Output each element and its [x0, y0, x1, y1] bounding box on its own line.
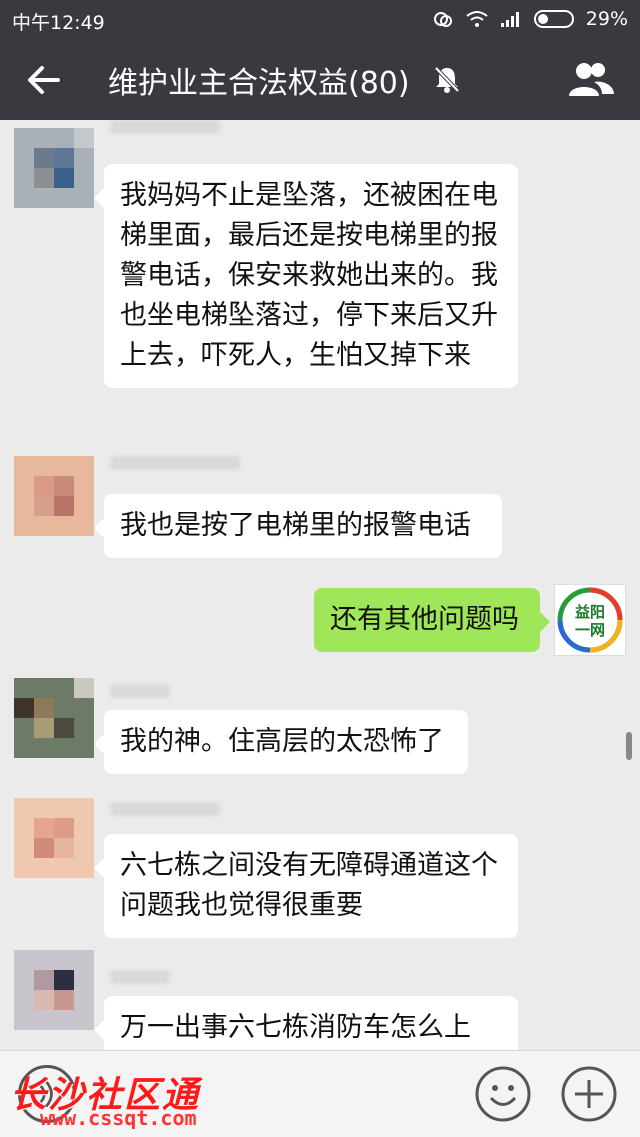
battery-icon — [533, 10, 574, 28]
logo-ring-icon: 益阳 一网 — [557, 587, 623, 653]
message-list[interactable]: 我妈妈不止是坠落，还被困在电梯里面，最后还是按电梯里的报警电话，保安来救她出来的… — [0, 120, 640, 1050]
yiyang-logo-avatar[interactable]: 益阳 一网 — [554, 584, 626, 656]
message-text: 万一出事六七栋消防车怎么上 — [120, 1012, 471, 1043]
plus-icon[interactable] — [560, 1065, 618, 1123]
group-members-icon[interactable] — [566, 60, 616, 98]
status-icons: 29% — [432, 8, 628, 30]
message-bubble[interactable]: 万一出事六七栋消防车怎么上 — [94, 996, 518, 1050]
sync-icon — [433, 12, 452, 27]
message-text: 还有其他问题吗 — [330, 604, 519, 635]
back-arrow-icon[interactable] — [24, 60, 64, 100]
sender-name-blurred — [110, 456, 240, 470]
scrollbar[interactable] — [626, 732, 632, 760]
message-bubble-sent[interactable]: 还有其他问题吗 — [314, 588, 550, 652]
logo-line1: 益阳 — [575, 603, 605, 621]
status-time: 中午12:49 — [12, 12, 105, 34]
message-text: 六七栋之间没有无障碍通道这个问题我也觉得很重要 — [120, 850, 498, 921]
avatar[interactable] — [14, 678, 94, 758]
sender-name-blurred — [110, 120, 220, 134]
wifi-icon — [466, 11, 488, 27]
chat-header: 维护业主合法权益(80) — [0, 38, 640, 120]
sender-name-blurred — [110, 684, 170, 698]
avatar[interactable] — [14, 128, 94, 208]
sender-name-blurred — [110, 970, 170, 984]
message-bubble[interactable]: 我的神。住高层的太恐怖了 — [94, 710, 468, 774]
mute-bell-icon — [434, 66, 460, 93]
battery-percent: 29% — [585, 8, 628, 30]
status-bar: 中午12:49 29% — [0, 0, 640, 38]
message-bubble[interactable]: 六七栋之间没有无障碍通道这个问题我也觉得很重要 — [94, 834, 518, 938]
message-text: 我的神。住高层的太恐怖了 — [120, 726, 444, 757]
message-text: 我也是按了电梯里的报警电话 — [120, 510, 471, 541]
message-text: 我妈妈不止是坠落，还被困在电梯里面，最后还是按电梯里的报警电话，保安来救她出来的… — [120, 180, 498, 371]
avatar[interactable] — [14, 456, 94, 536]
avatar[interactable] — [14, 950, 94, 1030]
sender-name-blurred — [110, 802, 220, 816]
avatar[interactable] — [14, 798, 94, 878]
chat-title: 维护业主合法权益(80) — [108, 66, 410, 101]
watermark-url: www.cssqt.com — [40, 1106, 197, 1130]
logo-line2: 一网 — [575, 621, 605, 639]
message-bubble[interactable]: 我妈妈不止是坠落，还被困在电梯里面，最后还是按电梯里的报警电话，保安来救她出来的… — [94, 164, 518, 388]
emoji-icon[interactable] — [474, 1065, 532, 1123]
signal-icon — [500, 12, 519, 27]
message-bubble[interactable]: 我也是按了电梯里的报警电话 — [94, 494, 502, 558]
